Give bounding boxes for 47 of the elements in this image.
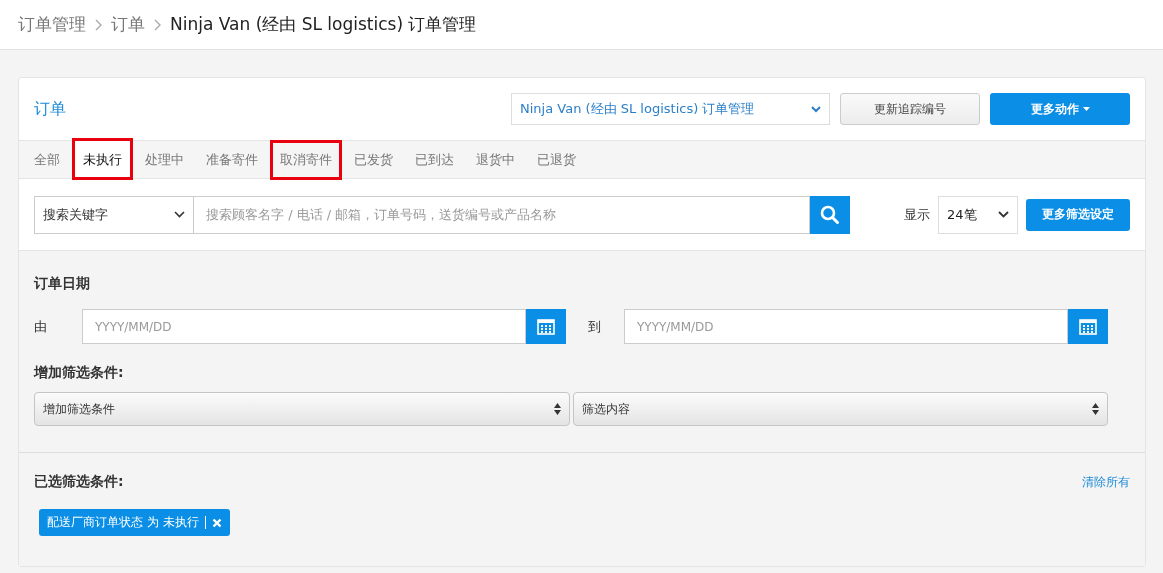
clear-all-link[interactable]: 清除所有: [1082, 473, 1130, 491]
search-type-select[interactable]: 搜索关键字: [34, 195, 194, 234]
chevron-down-icon: [174, 211, 185, 218]
chevron-down-icon: [998, 211, 1009, 218]
from-label: 由: [34, 317, 48, 336]
per-page-select[interactable]: 24笔: [938, 195, 1018, 234]
tab[interactable]: 取消寄件: [271, 141, 341, 179]
tab[interactable]: 处理中: [136, 141, 193, 179]
show-label: 显示: [904, 205, 930, 224]
breadcrumb-item: Ninja Van (经由 SL logistics) 订单管理: [170, 13, 477, 36]
tab[interactable]: 准备寄件: [197, 141, 267, 179]
filter-type-select[interactable]: 增加筛选条件: [34, 392, 570, 426]
chevron-right-icon: [95, 18, 102, 31]
date-field[interactable]: YYYY/MM/DD: [82, 309, 526, 344]
tab[interactable]: 全部: [25, 141, 69, 179]
calendar-button[interactable]: [1068, 309, 1108, 344]
search-button[interactable]: [810, 195, 850, 234]
tab[interactable]: 退货中: [467, 141, 524, 179]
filter-tag-label: 配送厂商订单状态 为 未执行: [47, 514, 199, 531]
more-actions-button[interactable]: 更多动作: [990, 93, 1130, 125]
update-tracking-button[interactable]: 更新追踪编号: [840, 93, 980, 125]
up-down-arrows-icon: [553, 403, 561, 415]
calendar-icon: [1079, 318, 1097, 335]
search-field[interactable]: 搜索顾客名字 / 电话 / 邮箱，订单号码，送货编号或产品名称: [194, 195, 810, 234]
date-field[interactable]: YYYY/MM/DD: [624, 309, 1068, 344]
tab[interactable]: 已到达: [406, 141, 463, 179]
channel-select[interactable]: Ninja Van (经由 SL logistics) 订单管理: [511, 93, 830, 125]
close-icon[interactable]: [211, 517, 222, 528]
calendar-button[interactable]: [526, 309, 566, 344]
breadcrumb-item[interactable]: 订单管理: [18, 13, 86, 36]
to-label: 到: [588, 317, 602, 336]
chevron-down-icon: [811, 105, 821, 113]
section-title: 增加筛选条件:: [34, 364, 125, 382]
card-title: 订单: [34, 98, 66, 120]
more-filters-button[interactable]: 更多筛选设定: [1026, 198, 1130, 231]
filter-content-select[interactable]: 筛选内容: [572, 392, 1108, 426]
calendar-icon: [537, 318, 555, 335]
tab[interactable]: 已发货: [345, 141, 402, 179]
breadcrumb-item[interactable]: 订单: [111, 13, 145, 36]
caret-icon: [1082, 107, 1090, 111]
section-title: 已选筛选条件:: [34, 473, 124, 491]
section-title: 订单日期: [34, 275, 91, 293]
search-icon: [820, 204, 840, 225]
tab[interactable]: 已退货: [528, 141, 585, 179]
tab[interactable]: 未执行: [73, 139, 132, 179]
chevron-right-icon: [154, 18, 161, 31]
up-down-arrows-icon: [1092, 403, 1099, 415]
